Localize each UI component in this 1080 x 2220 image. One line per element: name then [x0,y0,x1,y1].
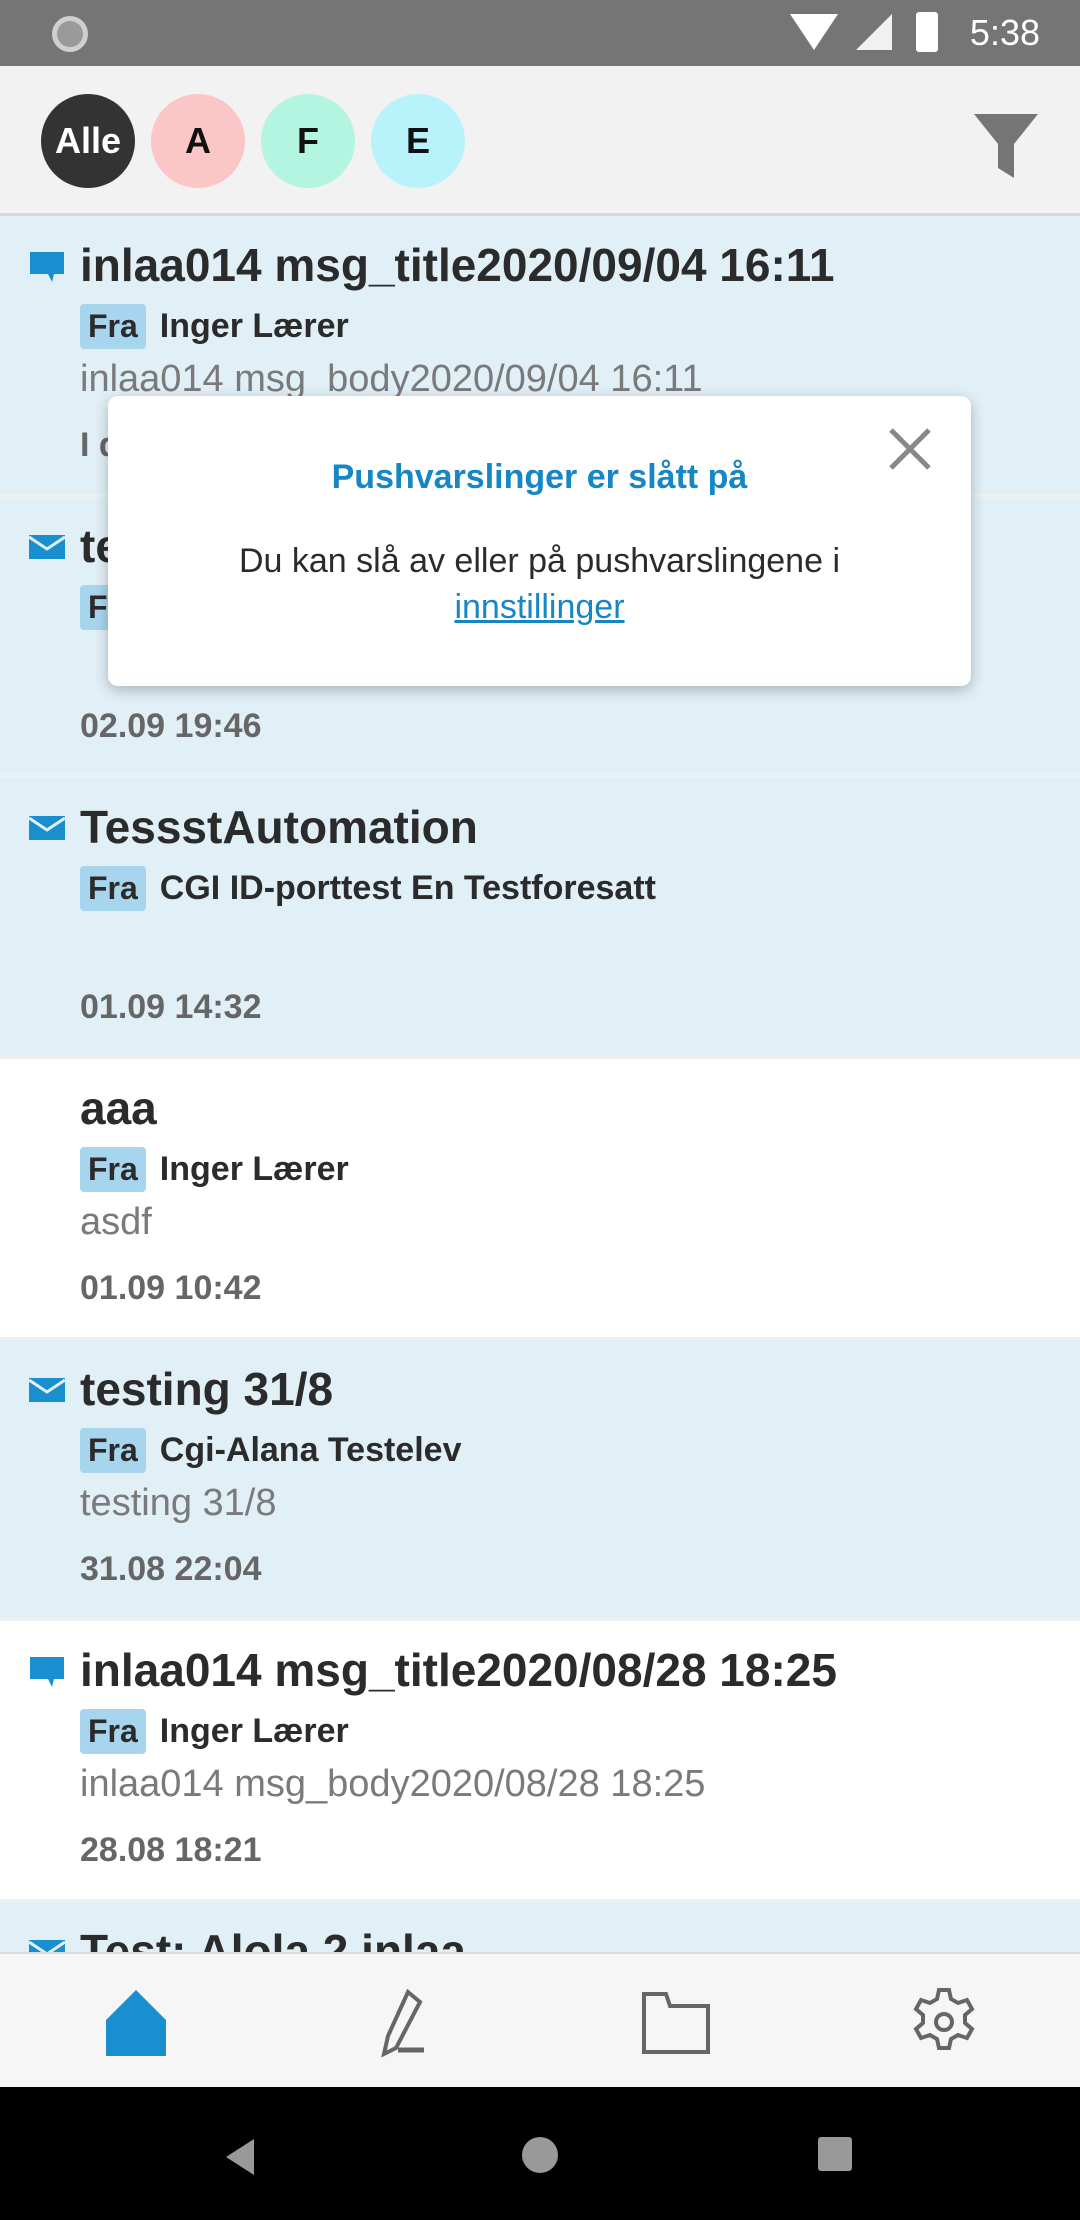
sync-icon [52,16,88,52]
sender-name: Inger Lærer [159,1150,349,1188]
battery-icon [916,12,938,52]
filter-chip-f[interactable]: F [261,94,355,188]
home-circle-icon[interactable] [520,2135,560,2175]
message-item[interactable]: testing 31/8 Fra Cgi-Alana Testelev testing… [0,1340,1080,1621]
status-bar: 5:38 [0,0,1080,66]
signal-icon [856,14,892,50]
clock: 5:38 [969,12,1040,53]
filter-header: Alle A F E [0,66,1080,216]
pen-icon[interactable] [368,1986,440,2058]
dialog-message: Du kan slå av eller på pushvarslingene i [238,542,840,580]
from-badge: Fra [80,1709,146,1754]
home-icon[interactable] [100,1986,172,2058]
message-sender-row: Fra Inger Lærer [80,304,349,349]
wifi-icon [790,14,838,50]
envelope-icon [28,535,66,559]
envelope-icon [28,816,66,840]
sender-name: CGI ID-porttest En Testforesatt [159,869,656,907]
settings-link[interactable]: innstillinger [454,588,624,626]
filter-chip-alle[interactable]: Alle [41,94,135,188]
dialog-title: Pushvarslinger er slått på [331,458,748,496]
filter-chip-a[interactable]: A [151,94,245,188]
message-title: aaa [80,1082,157,1134]
message-item[interactable]: inlaa014 msg_title2020/08/28 18:25 Fra Ing… [0,1621,1080,1902]
message-sender-row: Fra Inger Lærer [80,1147,349,1192]
message-title: TessstAutomation [80,801,478,853]
message-sender-row: Fra Cgi-Alana Testelev [80,1428,461,1473]
sender-name: Inger Lærer [159,307,349,345]
folder-icon[interactable] [640,1986,712,2058]
message-date: 01.09 14:32 [80,988,262,1026]
envelope-icon [28,1378,66,1402]
gear-icon[interactable] [908,1986,980,2058]
message-title: Test: Alola 2 inlaa [80,1925,466,1952]
message-date: 31.08 22:04 [80,1550,262,1588]
message-sender-row: Fra Inger Lærer [80,1709,349,1754]
sender-name: Inger Lærer [159,1712,349,1750]
filter-chip-e[interactable]: E [371,94,465,188]
dialog-text: Du kan slå av eller på pushvarslingene i… [108,538,971,630]
back-icon[interactable] [222,2137,258,2177]
recents-icon[interactable] [818,2137,854,2173]
envelope-icon [28,1940,66,1952]
push-notification-dialog: Pushvarslinger er slått på Du kan slå av… [108,396,971,686]
message-preview: inlaa014 msg_body2020/09/04 16:11 [80,358,703,400]
message-preview: testing 31/8 [80,1482,277,1524]
system-nav-bar [0,2087,1080,2220]
chip-label: F [297,120,319,161]
from-badge: Fra [80,1147,146,1192]
chip-label: A [185,120,211,161]
filter-icon[interactable] [972,110,1040,180]
chat-icon [30,1657,64,1687]
message-date: 02.09 19:46 [80,707,262,745]
message-item[interactable]: TessstAutomation Fra CGI ID-porttest En Te… [0,778,1080,1059]
message-sender-row: Fra CGI ID-porttest En Testforesatt [80,866,656,911]
message-item[interactable]: Test: Alola 2 inlaa [0,1902,1080,1952]
message-date: 28.08 18:21 [80,1831,262,1869]
chip-label: Alle [54,120,122,161]
message-preview: asdf [80,1201,152,1243]
message-title: inlaa014 msg_title2020/09/04 16:11 [80,239,835,291]
message-title: testing 31/8 [80,1363,334,1415]
message-title: inlaa014 msg_title2020/08/28 18:25 [80,1644,837,1696]
chip-label: E [405,120,430,161]
from-badge: Fra [80,866,146,911]
chat-icon [30,252,64,282]
bottom-nav [0,1952,1080,2087]
message-item[interactable]: aaa Fra Inger Lærer asdf 01.09 10:42 [0,1059,1080,1340]
sender-name: Cgi-Alana Testelev [159,1431,462,1469]
message-preview: inlaa014 msg_body2020/08/28 18:25 [80,1763,706,1805]
message-date: 01.09 10:42 [80,1269,262,1307]
from-badge: Fra [80,304,146,349]
from-badge: Fra [80,1428,146,1473]
